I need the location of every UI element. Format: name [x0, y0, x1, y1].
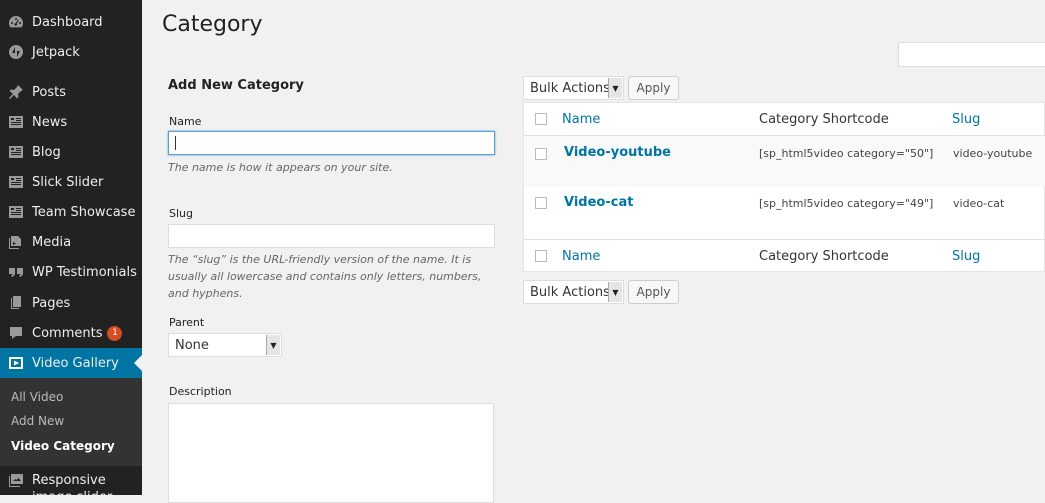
menu-label: Posts — [32, 84, 66, 100]
bulk-actions-select-top[interactable]: Bulk Actions ▼ — [523, 76, 624, 100]
description-textarea[interactable] — [168, 403, 494, 503]
list-icon — [0, 197, 32, 227]
menu-label: Video Gallery — [32, 355, 119, 371]
video-gallery-submenu: All Video Add New Video Category — [0, 378, 142, 466]
media-icon — [0, 227, 32, 257]
menu-label: Dashboard — [32, 14, 103, 30]
menu-label: WP Testimonials — [32, 264, 137, 280]
row-checkbox[interactable] — [535, 148, 547, 160]
row-checkbox[interactable] — [535, 197, 547, 209]
dashboard-icon — [0, 7, 32, 37]
category-name-link[interactable]: Video-youtube — [564, 145, 671, 160]
select-all-checkbox[interactable] — [535, 113, 547, 125]
list-icon — [0, 167, 32, 197]
bulk-actions-label: Bulk Actions — [530, 284, 610, 300]
slug-hint: The “slug” is the URL-friendly version o… — [168, 253, 482, 300]
menu-item-jetpack[interactable]: Jetpack — [0, 37, 142, 67]
form-heading: Add New Category — [168, 78, 304, 93]
menu-label: Responsive image slider — [32, 473, 112, 495]
comment-icon — [0, 318, 32, 348]
slug-label: Slug — [169, 207, 193, 220]
quote-icon — [0, 257, 32, 287]
menu-item-posts[interactable]: Posts — [0, 77, 142, 107]
name-hint: The name is how it appears on your site. — [168, 161, 393, 174]
menu-item-slick-slider[interactable]: Slick Slider — [0, 167, 142, 197]
menu-item-pages[interactable]: Pages — [0, 288, 142, 318]
menu-label: Media — [32, 234, 72, 250]
category-table: Name Category Shortcode Slug Video-youtu… — [523, 102, 1045, 272]
menu-item-news[interactable]: News — [0, 107, 142, 137]
slug-field[interactable] — [168, 224, 495, 248]
category-name-link[interactable]: Video-cat — [564, 195, 633, 210]
list-icon — [0, 137, 32, 167]
menu-label: News — [32, 114, 68, 130]
parent-select[interactable]: None ▼ — [168, 333, 282, 357]
pages-icon — [0, 288, 32, 318]
column-name[interactable]: Name — [562, 112, 600, 127]
menu-item-responsive-image-slider[interactable]: Responsive image slider — [0, 466, 142, 495]
table-row: Video-cat [sp_html5video category="49"] … — [524, 187, 1045, 239]
menu-item-blog[interactable]: Blog — [0, 137, 142, 167]
category-slug: video-cat — [953, 197, 1005, 210]
chevron-down-icon: ▼ — [608, 78, 622, 98]
menu-item-team-showcase[interactable]: Team Showcase — [0, 197, 142, 227]
menu-item-comments[interactable]: Comments 1 — [0, 318, 142, 348]
category-shortcode: [sp_html5video category="49"] — [759, 197, 934, 210]
category-slug: video-youtube — [953, 147, 1033, 160]
column-slug[interactable]: Slug — [952, 112, 980, 127]
description-label: Description — [169, 385, 232, 398]
list-icon — [0, 107, 32, 137]
menu-item-wp-testimonials[interactable]: WP Testimonials — [0, 257, 142, 287]
bulk-actions-select-bottom[interactable]: Bulk Actions ▼ — [523, 280, 624, 304]
category-shortcode: [sp_html5video category="50"] — [759, 147, 934, 160]
jetpack-icon — [0, 37, 32, 67]
bulk-actions-label: Bulk Actions — [530, 80, 610, 96]
search-input[interactable] — [898, 42, 1045, 67]
images-icon — [0, 472, 32, 490]
select-all-checkbox[interactable] — [535, 250, 547, 262]
table-row: Video-youtube [sp_html5video category="5… — [524, 136, 1045, 187]
menu-label: Slick Slider — [32, 174, 104, 190]
menu-item-video-gallery[interactable]: Video Gallery — [0, 348, 142, 378]
current-menu-arrow — [134, 355, 142, 371]
pin-icon — [0, 77, 32, 107]
comment-count-badge: 1 — [107, 325, 123, 341]
menu-label: Team Showcase — [32, 204, 136, 220]
menu-label: Jetpack — [32, 44, 80, 60]
menu-label: Blog — [32, 144, 61, 160]
name-label: Name — [169, 115, 202, 128]
admin-sidebar: Dashboard Jetpack Posts News Blog Slick … — [0, 0, 142, 495]
parent-select-value: None — [175, 337, 209, 353]
column-shortcode: Category Shortcode — [759, 249, 889, 264]
parent-label: Parent — [169, 316, 205, 329]
apply-button-top[interactable]: Apply — [628, 76, 679, 100]
menu-label: Comments — [32, 325, 103, 341]
chevron-down-icon: ▼ — [266, 335, 280, 355]
menu-label: Pages — [32, 295, 71, 311]
video-icon — [0, 348, 32, 378]
submenu-all-video[interactable]: All Video — [11, 390, 63, 404]
table-footer: Name Category Shortcode Slug — [524, 239, 1045, 272]
column-slug[interactable]: Slug — [952, 249, 980, 264]
column-shortcode: Category Shortcode — [759, 112, 889, 127]
text-caret — [175, 136, 176, 150]
page-title: Category — [162, 12, 263, 37]
menu-item-dashboard[interactable]: Dashboard — [0, 7, 142, 37]
table-header: Name Category Shortcode Slug — [524, 103, 1045, 136]
chevron-down-icon: ▼ — [608, 282, 622, 302]
apply-button-bottom[interactable]: Apply — [628, 280, 679, 304]
submenu-add-new[interactable]: Add New — [11, 414, 64, 428]
column-name[interactable]: Name — [562, 249, 600, 264]
name-field[interactable] — [168, 131, 495, 155]
menu-item-media[interactable]: Media — [0, 227, 142, 257]
submenu-video-category[interactable]: Video Category — [11, 439, 115, 453]
